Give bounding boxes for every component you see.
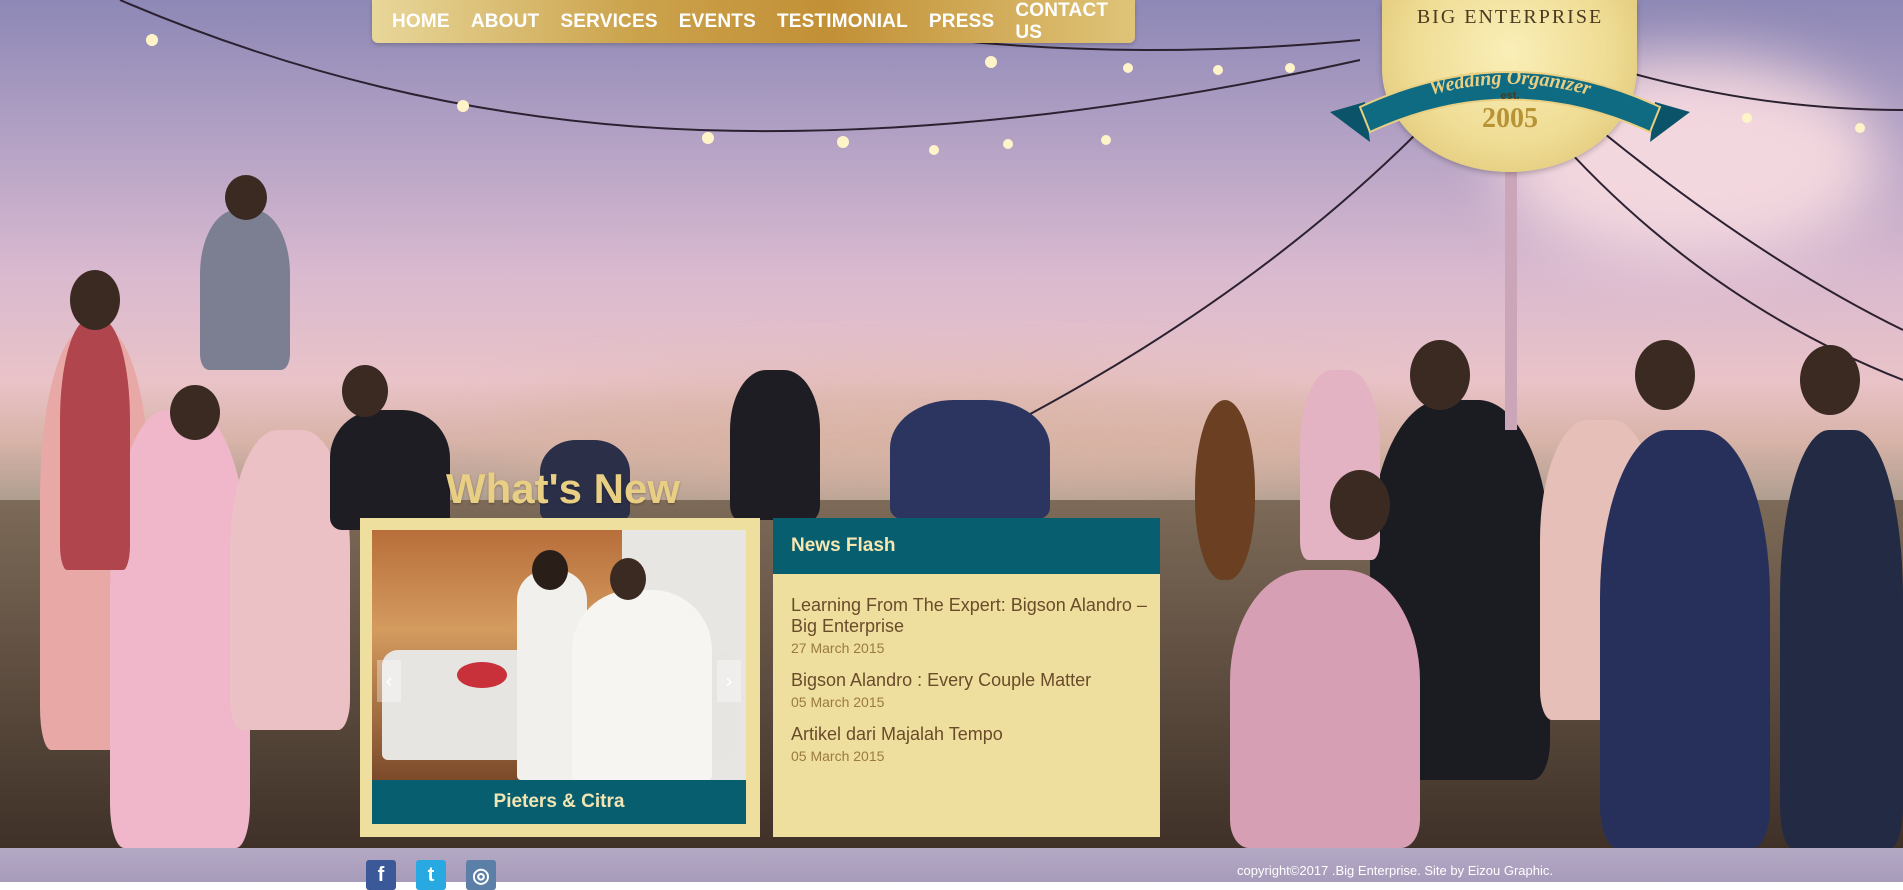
brand-logo[interactable]: BIG ENTERPRISE Wedding Organizer est. 20… <box>1325 0 1695 175</box>
footer-bar <box>0 848 1903 882</box>
chevron-left-icon: ‹ <box>385 669 393 693</box>
nav-home[interactable]: HOME <box>392 11 450 33</box>
slide-bride-head <box>610 558 646 600</box>
news-item[interactable]: Bigson Alandro : Every Couple Matter 05 … <box>773 670 1160 710</box>
guest-figure <box>1600 430 1770 848</box>
nav-press[interactable]: PRESS <box>929 11 994 33</box>
slide-image[interactable]: ‹ › <box>372 530 746 780</box>
news-item-date: 05 March 2015 <box>791 694 885 710</box>
slide-caption[interactable]: Pieters & Citra <box>372 780 746 824</box>
news-item-date: 27 March 2015 <box>791 640 885 656</box>
twitter-icon: t <box>427 863 435 886</box>
facebook-link[interactable]: f <box>366 860 396 890</box>
guest-head <box>70 270 120 330</box>
guest-figure <box>730 370 820 520</box>
guest-head <box>1635 340 1695 410</box>
news-item[interactable]: Artikel dari Majalah Tempo 05 March 2015 <box>773 724 1160 764</box>
nav-about[interactable]: ABOUT <box>471 11 540 33</box>
guest-figure <box>60 320 130 570</box>
guest-figure <box>1230 570 1420 848</box>
featured-slider: ‹ › Pieters & Citra <box>360 518 760 837</box>
nav-contact-us[interactable]: CONTACT US <box>1015 0 1114 44</box>
logo-brand-name: BIG ENTERPRISE <box>1416 6 1604 28</box>
logo-est: est. <box>1500 90 1520 102</box>
guest-head <box>1410 340 1470 410</box>
slide-flowers <box>457 662 507 688</box>
slider-prev-button[interactable]: ‹ <box>377 660 401 702</box>
copyright-text: copyright©2017 .Big Enterprise. Site by … <box>1237 863 1553 878</box>
nav-testimonial[interactable]: TESTIMONIAL <box>777 11 908 33</box>
news-item-date: 05 March 2015 <box>791 748 885 764</box>
news-item-title[interactable]: Bigson Alandro : Every Couple Matter <box>791 670 1160 691</box>
guest-figure <box>330 410 450 530</box>
news-item-title[interactable]: Learning From The Expert: Bigson Alandro… <box>791 595 1160 637</box>
guest-head <box>170 385 220 440</box>
guest-figure <box>1780 430 1903 848</box>
news-item[interactable]: Learning From The Expert: Bigson Alandro… <box>773 595 1160 656</box>
main-nav: HOME ABOUT SERVICES EVENTS TESTIMONIAL P… <box>372 0 1135 43</box>
double-bass <box>1195 400 1255 580</box>
twitter-link[interactable]: t <box>416 860 446 890</box>
news-item-title[interactable]: Artikel dari Majalah Tempo <box>791 724 1160 745</box>
guest-figure <box>200 210 290 370</box>
facebook-icon: f <box>377 863 385 886</box>
guest-head <box>1800 345 1860 415</box>
guest-figure <box>890 400 1050 520</box>
news-flash-heading: News Flash <box>773 518 1160 574</box>
guest-head <box>1330 470 1390 540</box>
instagram-link[interactable]: ◎ <box>466 860 496 890</box>
nav-services[interactable]: SERVICES <box>560 11 657 33</box>
slide-bride <box>572 590 712 780</box>
slider-next-button[interactable]: › <box>717 660 741 702</box>
whats-new-heading: What's New <box>446 465 681 512</box>
slide-groom-head <box>532 550 568 590</box>
guest-head <box>225 175 267 220</box>
logo-year: 2005 <box>1482 103 1538 134</box>
news-flash-panel: News Flash Learning From The Expert: Big… <box>773 518 1160 837</box>
chevron-right-icon: › <box>725 669 733 693</box>
guest-head <box>342 365 388 417</box>
guest-figure <box>110 410 250 848</box>
pole <box>1505 170 1517 430</box>
nav-events[interactable]: EVENTS <box>679 11 756 33</box>
instagram-icon: ◎ <box>472 864 490 887</box>
